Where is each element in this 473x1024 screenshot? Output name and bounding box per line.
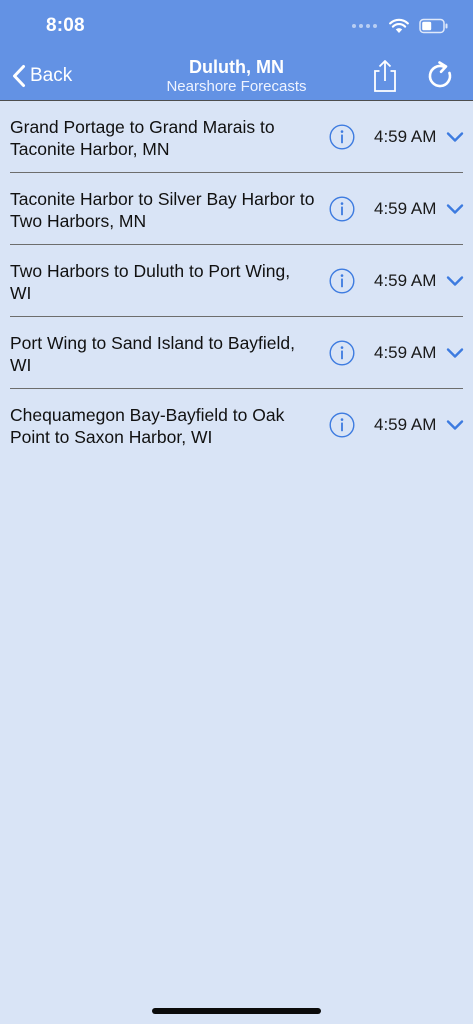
forecast-row[interactable]: Port Wing to Sand Island to Bayfield, WI… [0,317,473,389]
cellular-signal-icon [352,24,377,28]
nav-title-group: Duluth, MN Nearshore Forecasts [110,56,363,96]
refresh-button[interactable] [424,60,456,92]
status-icons [352,16,449,36]
forecast-row[interactable]: Taconite Harbor to Silver Bay Harbor to … [0,173,473,245]
forecast-label: Taconite Harbor to Silver Bay Harbor to … [10,189,315,231]
battery-icon [419,18,448,34]
info-icon[interactable] [329,412,355,438]
forecast-row[interactable]: Grand Portage to Grand Marais to Taconit… [0,101,473,173]
forecast-time: 4:59 AM [374,415,437,434]
status-time: 8:08 [46,15,85,36]
forecast-time: 4:59 AM [374,199,437,218]
wifi-icon [389,18,409,33]
forecast-label: Chequamegon Bay-Bayfield to Oak Point to… [10,405,285,447]
refresh-icon [428,61,452,88]
info-icon[interactable] [329,340,355,366]
info-icon[interactable] [329,268,355,294]
share-icon [374,60,396,92]
home-indicator[interactable] [152,1008,321,1014]
forecast-row[interactable]: Two Harbors to Duluth to Port Wing, WI 4… [0,245,473,317]
back-label: Back [30,65,73,86]
forecast-label: Two Harbors to Duluth to Port Wing, WI [10,261,291,303]
forecast-time: 4:59 AM [374,271,437,290]
back-button[interactable]: Back [12,62,72,90]
chevron-down-icon[interactable] [446,419,464,431]
chevron-down-icon[interactable] [446,347,464,359]
header: 8:08 Back Duluth, MN Nearshore Forecasts [0,0,473,101]
nav-bar: Back Duluth, MN Nearshore Forecasts [0,52,473,100]
forecast-row[interactable]: Chequamegon Bay-Bayfield to Oak Point to… [0,389,473,461]
forecast-time: 4:59 AM [374,343,437,362]
forecast-list: Grand Portage to Grand Marais to Taconit… [0,101,473,461]
forecast-time: 4:59 AM [374,127,437,146]
forecast-label: Grand Portage to Grand Marais to Taconit… [10,117,275,159]
page-title: Duluth, MN [189,57,284,77]
chevron-down-icon[interactable] [446,203,464,215]
chevron-down-icon[interactable] [446,275,464,287]
info-icon[interactable] [329,124,355,150]
share-button[interactable] [369,58,401,94]
status-bar: 8:08 [0,0,473,52]
page-subtitle: Nearshore Forecasts [166,78,307,95]
forecast-label: Port Wing to Sand Island to Bayfield, WI [10,333,296,375]
info-icon[interactable] [329,196,355,222]
chevron-left-icon [13,65,25,87]
chevron-down-icon[interactable] [446,131,464,143]
